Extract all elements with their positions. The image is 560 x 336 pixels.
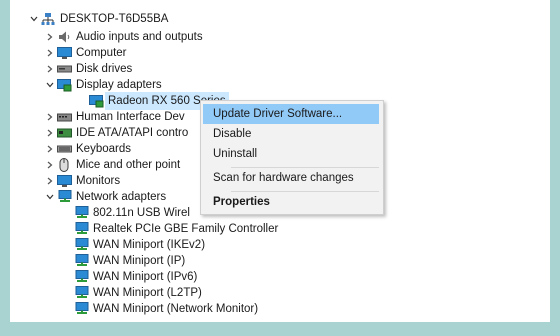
keyboard-icon — [56, 142, 72, 156]
display-adapter-icon — [56, 78, 72, 92]
network-adapter-icon — [73, 286, 89, 300]
computer-network-icon — [40, 12, 56, 26]
network-adapter-icon — [73, 222, 89, 236]
menu-item-update-driver[interactable]: Update Driver Software... — [203, 104, 379, 124]
tree-item-wan-network-monitor[interactable]: WAN Miniport (Network Monitor) — [73, 300, 258, 318]
device-manager-panel: DESKTOP-T6D55BA Audio inputs and outputs… — [10, 0, 550, 322]
speaker-icon — [56, 30, 72, 44]
menu-item-disable[interactable]: Disable — [203, 124, 379, 144]
network-adapter-icon — [73, 302, 89, 316]
display-adapter-icon — [88, 94, 104, 108]
menu-item-properties[interactable]: Properties — [203, 192, 379, 212]
network-adapter-icon — [73, 270, 89, 284]
hid-icon — [56, 110, 72, 124]
monitor-icon — [56, 46, 72, 60]
ide-controller-icon — [56, 126, 72, 140]
network-adapter-icon — [56, 190, 72, 204]
tree-root[interactable]: DESKTOP-T6D55BA — [28, 10, 168, 28]
menu-item-uninstall[interactable]: Uninstall — [203, 144, 379, 164]
network-adapter-icon — [73, 254, 89, 268]
menu-item-scan-hardware[interactable]: Scan for hardware changes — [203, 168, 379, 188]
tree-item-label: WAN Miniport (Network Monitor) — [93, 303, 259, 315]
disk-drive-icon — [56, 62, 72, 76]
mouse-icon — [56, 158, 72, 172]
monitor-icon — [56, 174, 72, 188]
chevron-down-icon[interactable] — [44, 76, 56, 94]
context-menu: Update Driver Software... Disable Uninst… — [200, 100, 384, 215]
chevron-down-icon[interactable] — [44, 188, 56, 206]
chevron-down-icon[interactable] — [28, 10, 40, 28]
network-adapter-icon — [73, 238, 89, 252]
tree-root-label: DESKTOP-T6D55BA — [60, 13, 169, 25]
network-adapter-icon — [73, 206, 89, 220]
